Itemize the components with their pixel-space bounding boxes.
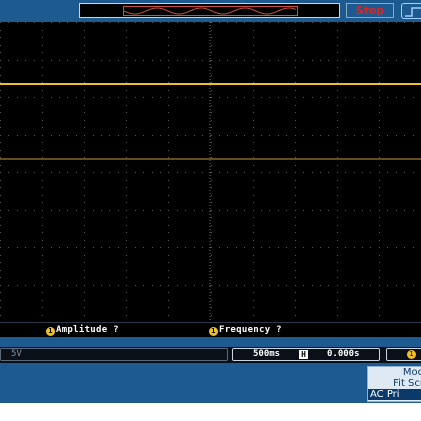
timebase-value: 500ms xyxy=(253,349,281,359)
softkey-line-1: Mod xyxy=(402,367,421,378)
horizontal-position-icon: H xyxy=(299,350,308,359)
amplitude-label: Amplitude ? xyxy=(56,325,119,335)
softkey-menu: Mod Fit Scr AC Pri xyxy=(0,363,421,403)
timebase-panel[interactable]: 500ms H 0.000s xyxy=(232,348,380,361)
trigger-edge-icon[interactable] xyxy=(401,3,421,19)
softkey-line-2: Fit Scr xyxy=(393,378,421,389)
top-status-bar: Stop xyxy=(0,0,421,22)
ch1-marker-icon: 1 xyxy=(209,327,218,336)
frequency-measurement[interactable]: 1 Frequency ? xyxy=(209,323,282,337)
memory-overview-bar[interactable] xyxy=(79,3,340,18)
amplitude-measurement[interactable]: 1 Amplitude ? xyxy=(46,323,119,337)
overview-view-window[interactable] xyxy=(123,6,298,16)
run-stop-status-badge[interactable]: Stop xyxy=(346,3,394,18)
trigger-channel-icon: 1 xyxy=(407,350,416,359)
frequency-label: Frequency ? xyxy=(219,325,282,335)
oscilloscope-screen: Stop 1 Amplitude ? 1 Frequency ? 5V 500ms … xyxy=(0,0,421,403)
measurement-bar: 1 Amplitude ? 1 Frequency ? xyxy=(0,322,421,337)
softkey-mode[interactable]: Mod Fit Scr AC Pri xyxy=(367,366,421,402)
softkey-line-3: AC Pri xyxy=(368,389,421,400)
graticule-svg xyxy=(0,22,421,322)
bottom-status-bar: 5V 500ms H 0.000s 1 xyxy=(0,347,421,363)
trigger-source-panel[interactable]: 1 xyxy=(386,348,421,361)
ch1-vertical-scale[interactable]: 5V xyxy=(0,348,228,361)
horizontal-delay-value: 0.000s xyxy=(327,349,360,359)
rising-edge-icon xyxy=(405,7,421,17)
waveform-graticule xyxy=(0,22,421,322)
ch1-marker-icon: 1 xyxy=(46,327,55,336)
